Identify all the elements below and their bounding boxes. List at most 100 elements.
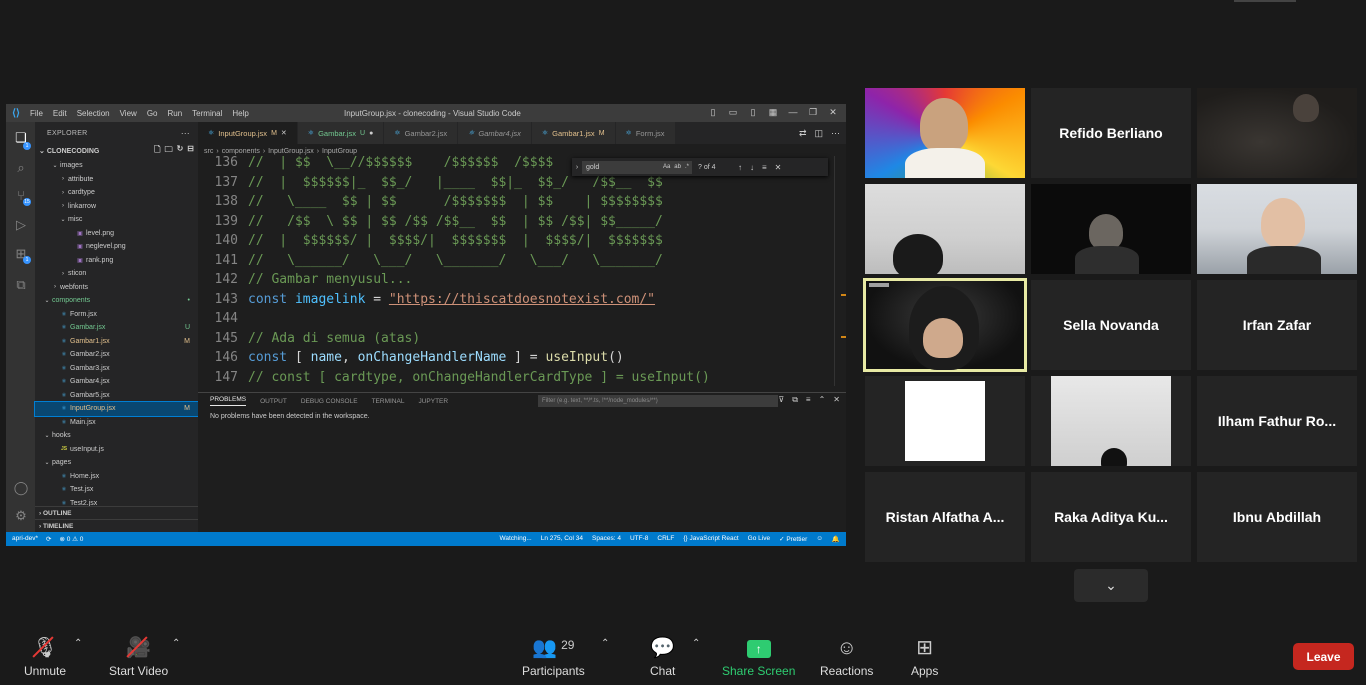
tree-item[interactable]: ⚛ Gambar5.jsx: [35, 389, 198, 403]
menu-file[interactable]: File: [30, 109, 43, 118]
maximize-panel-icon[interactable]: ⌃: [819, 395, 826, 405]
remote-explorer-icon[interactable]: ⧉: [13, 277, 29, 293]
tree-item[interactable]: › linkarrow: [35, 200, 198, 214]
tree-item[interactable]: ⌄ components •: [35, 294, 198, 308]
menu-run[interactable]: Run: [167, 109, 182, 118]
menu-view[interactable]: View: [120, 109, 137, 118]
find-input[interactable]: gold Aa ab .*: [582, 160, 692, 174]
problems-status[interactable]: ⊗ 0 ⚠ 0: [59, 535, 83, 543]
breadcrumb-file[interactable]: InputGroup.jsx: [268, 148, 314, 155]
apps-button[interactable]: ⊞ Apps: [911, 634, 938, 678]
watch-status[interactable]: Watching...: [499, 535, 531, 543]
regex-icon[interactable]: .*: [685, 164, 689, 170]
tree-item[interactable]: ⚛ InputGroup.jsx M: [34, 401, 199, 417]
start-video-button[interactable]: 🎥 Start Video: [109, 634, 168, 678]
breadcrumb-symbol[interactable]: InputGroup: [322, 148, 357, 155]
sync-icon[interactable]: ⟳: [46, 535, 51, 543]
cursor-position[interactable]: Ln 275, Col 34: [541, 535, 583, 543]
tab-output[interactable]: OUTPUT: [260, 398, 287, 405]
tree-item[interactable]: › attribute: [35, 173, 198, 187]
participant-tile[interactable]: Sella Novanda: [1031, 280, 1191, 370]
prettier-status[interactable]: ✓ Prettier: [779, 535, 807, 543]
refresh-icon[interactable]: ↻: [177, 144, 184, 158]
tree-item[interactable]: JS useInput.js: [35, 443, 198, 457]
toggle-secondary-sidebar-icon[interactable]: ▯: [746, 107, 760, 118]
new-folder-icon[interactable]: 🗀: [165, 144, 173, 158]
match-case-icon[interactable]: Aa: [663, 164, 670, 170]
split-editor-icon[interactable]: ◫: [814, 128, 823, 139]
tree-item[interactable]: ⌄ images: [35, 159, 198, 173]
outline-section[interactable]: › OUTLINE: [35, 506, 198, 519]
new-file-icon[interactable]: 🗋: [154, 144, 160, 158]
participant-tile[interactable]: [1031, 376, 1191, 466]
timeline-section[interactable]: › TIMELINE: [35, 519, 198, 532]
tree-item[interactable]: ⚛ Gambar3.jsx: [35, 362, 198, 376]
tree-item[interactable]: ⌄ hooks: [35, 429, 198, 443]
menu-go[interactable]: Go: [147, 109, 158, 118]
tree-item[interactable]: ⚛ Test.jsx: [35, 483, 198, 497]
editor-tab[interactable]: ⚛ Gambar2.jsx: [384, 122, 459, 144]
view-as-icon[interactable]: ≡: [806, 395, 811, 405]
more-actions-icon[interactable]: ⋯: [181, 128, 190, 139]
toggle-panel-icon[interactable]: ▭: [726, 107, 740, 118]
more-icon[interactable]: ⋯: [831, 128, 840, 139]
participants-button[interactable]: 👥 29 Participants: [522, 634, 585, 678]
unmute-button[interactable]: 🎙 Unmute: [24, 634, 66, 678]
participant-tile[interactable]: [865, 184, 1025, 274]
toggle-sidebar-icon[interactable]: ▯: [706, 107, 720, 118]
language-mode[interactable]: {} JavaScript React: [683, 535, 738, 543]
participants-options-caret[interactable]: ⌃: [601, 638, 609, 649]
participant-tile[interactable]: [865, 376, 1025, 466]
tree-item[interactable]: ⚛ Main.jsx: [35, 416, 198, 430]
editor-tab[interactable]: ⚛ Gambar.jsx U ●: [297, 122, 385, 144]
tree-item[interactable]: › cardtype: [35, 186, 198, 200]
settings-gear-icon[interactable]: ⚙: [13, 508, 29, 524]
reactions-button[interactable]: ☺ Reactions: [820, 634, 873, 678]
tab-terminal[interactable]: TERMINAL: [372, 398, 405, 405]
tree-item[interactable]: ⌄ pages: [35, 456, 198, 470]
tree-item[interactable]: ▣ rank.png: [35, 254, 198, 268]
tree-item[interactable]: ⚛ Form.jsx: [35, 308, 198, 322]
feedback-icon[interactable]: ☺: [816, 535, 823, 543]
search-icon[interactable]: ⌕: [13, 160, 29, 176]
next-match-icon[interactable]: ↓: [750, 163, 754, 172]
tree-item[interactable]: ▣ level.png: [35, 227, 198, 241]
share-screen-button[interactable]: ↑ Share Screen: [722, 634, 795, 678]
tree-item[interactable]: ⚛ Gambar4.jsx: [35, 375, 198, 389]
code-editor[interactable]: 136 // | $$ \__//$$$$$$ /$$$$$$ /$$$$ 137…: [198, 156, 834, 386]
tree-item[interactable]: ⚛ Gambar.jsx U: [35, 321, 198, 335]
tab-problems[interactable]: PROBLEMS: [210, 396, 247, 406]
participant-tile[interactable]: [863, 278, 1027, 372]
notifications-icon[interactable]: 🔔: [832, 535, 840, 543]
tree-item[interactable]: › webfonts: [35, 281, 198, 295]
eol-status[interactable]: CRLF: [657, 535, 674, 543]
video-options-caret[interactable]: ⌃: [172, 638, 180, 649]
customize-layout-icon[interactable]: ▦: [766, 107, 780, 118]
close-find-icon[interactable]: ✕: [775, 163, 782, 172]
editor-tab[interactable]: ⚛ Gambar1.jsx M: [531, 122, 616, 144]
run-debug-icon[interactable]: ▷: [13, 217, 29, 233]
close-panel-icon[interactable]: ✕: [833, 395, 840, 405]
leave-button[interactable]: Leave: [1293, 643, 1354, 670]
encoding-status[interactable]: UTF-8: [630, 535, 648, 543]
overview-ruler[interactable]: [834, 156, 846, 386]
collapse-all-icon[interactable]: ⊟: [187, 144, 194, 158]
problems-filter-input[interactable]: Filter (e.g. text, **/*.ts, !**/node_mod…: [538, 395, 778, 407]
participant-tile[interactable]: Ilham Fathur Ro...: [1197, 376, 1357, 466]
editor-tab[interactable]: ⚛ Form.jsx: [615, 122, 676, 144]
collapse-icon[interactable]: ⧉: [792, 395, 798, 405]
close-icon[interactable]: ✕: [826, 107, 840, 118]
participant-tile[interactable]: Refido Berliano: [1031, 88, 1191, 178]
menu-terminal[interactable]: Terminal: [192, 109, 222, 118]
participant-tile[interactable]: [1031, 184, 1191, 274]
unsaved-dot-icon[interactable]: ●: [369, 130, 373, 137]
open-changes-icon[interactable]: ⇄: [799, 128, 807, 139]
project-header[interactable]: ⌄ CLONECODING 🗋 🗀 ↻ ⊟: [35, 144, 198, 158]
participant-tile[interactable]: Irfan Zafar: [1197, 280, 1357, 370]
participant-tile[interactable]: Ibnu Abdillah: [1197, 472, 1357, 562]
breadcrumb-components[interactable]: components: [222, 148, 260, 155]
breadcrumb-src[interactable]: src: [204, 148, 213, 155]
audio-options-caret[interactable]: ⌃: [74, 638, 82, 649]
tree-item[interactable]: ⚛ Home.jsx: [35, 470, 198, 484]
chat-options-caret[interactable]: ⌃: [692, 638, 700, 649]
